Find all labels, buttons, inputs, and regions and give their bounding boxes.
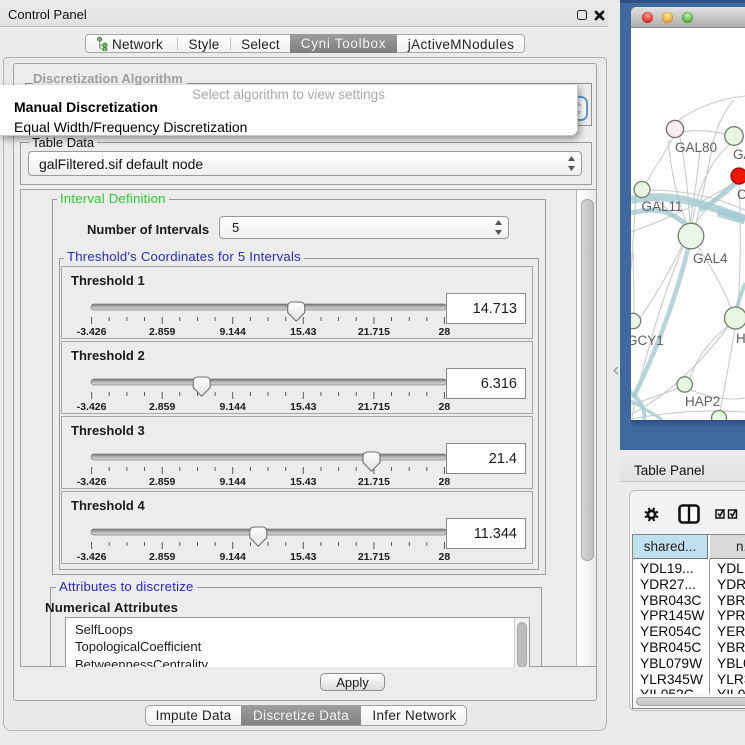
svg-text:2.859: 2.859	[149, 401, 175, 413]
svg-text:9.144: 9.144	[220, 401, 246, 413]
svg-text:-3.426: -3.426	[77, 551, 107, 563]
svg-text:28: 28	[439, 326, 451, 338]
svg-text:2.859: 2.859	[149, 551, 175, 563]
svg-text:GAL4: GAL4	[693, 251, 728, 266]
svg-text:15.43: 15.43	[290, 476, 316, 488]
svg-text:15.43: 15.43	[290, 551, 316, 563]
svg-text:GAL11: GAL11	[642, 199, 683, 214]
svg-text:21.715: 21.715	[358, 551, 390, 563]
svg-text:GAL80: GAL80	[675, 140, 717, 155]
svg-text:H: H	[736, 331, 745, 346]
svg-text:9.144: 9.144	[220, 476, 246, 488]
svg-text:28: 28	[439, 401, 451, 413]
svg-text:C: C	[737, 187, 745, 202]
svg-text:-3.426: -3.426	[77, 476, 107, 488]
svg-text:28: 28	[439, 476, 451, 488]
svg-text:9.144: 9.144	[220, 551, 246, 563]
svg-text:-3.426: -3.426	[77, 401, 107, 413]
svg-text:GCY1: GCY1	[631, 333, 664, 348]
svg-text:-3.426: -3.426	[77, 326, 107, 338]
svg-text:15.43: 15.43	[290, 326, 316, 338]
svg-text:21.715: 21.715	[358, 326, 390, 338]
svg-text:21.715: 21.715	[358, 476, 390, 488]
svg-text:2.859: 2.859	[149, 326, 175, 338]
svg-text:HAP2: HAP2	[685, 394, 720, 409]
svg-text:9.144: 9.144	[220, 326, 246, 338]
svg-text:15.43: 15.43	[290, 401, 316, 413]
svg-text:28: 28	[439, 551, 451, 563]
svg-text:GA: GA	[733, 147, 745, 162]
svg-text:21.715: 21.715	[358, 401, 390, 413]
svg-text:2.859: 2.859	[149, 476, 175, 488]
